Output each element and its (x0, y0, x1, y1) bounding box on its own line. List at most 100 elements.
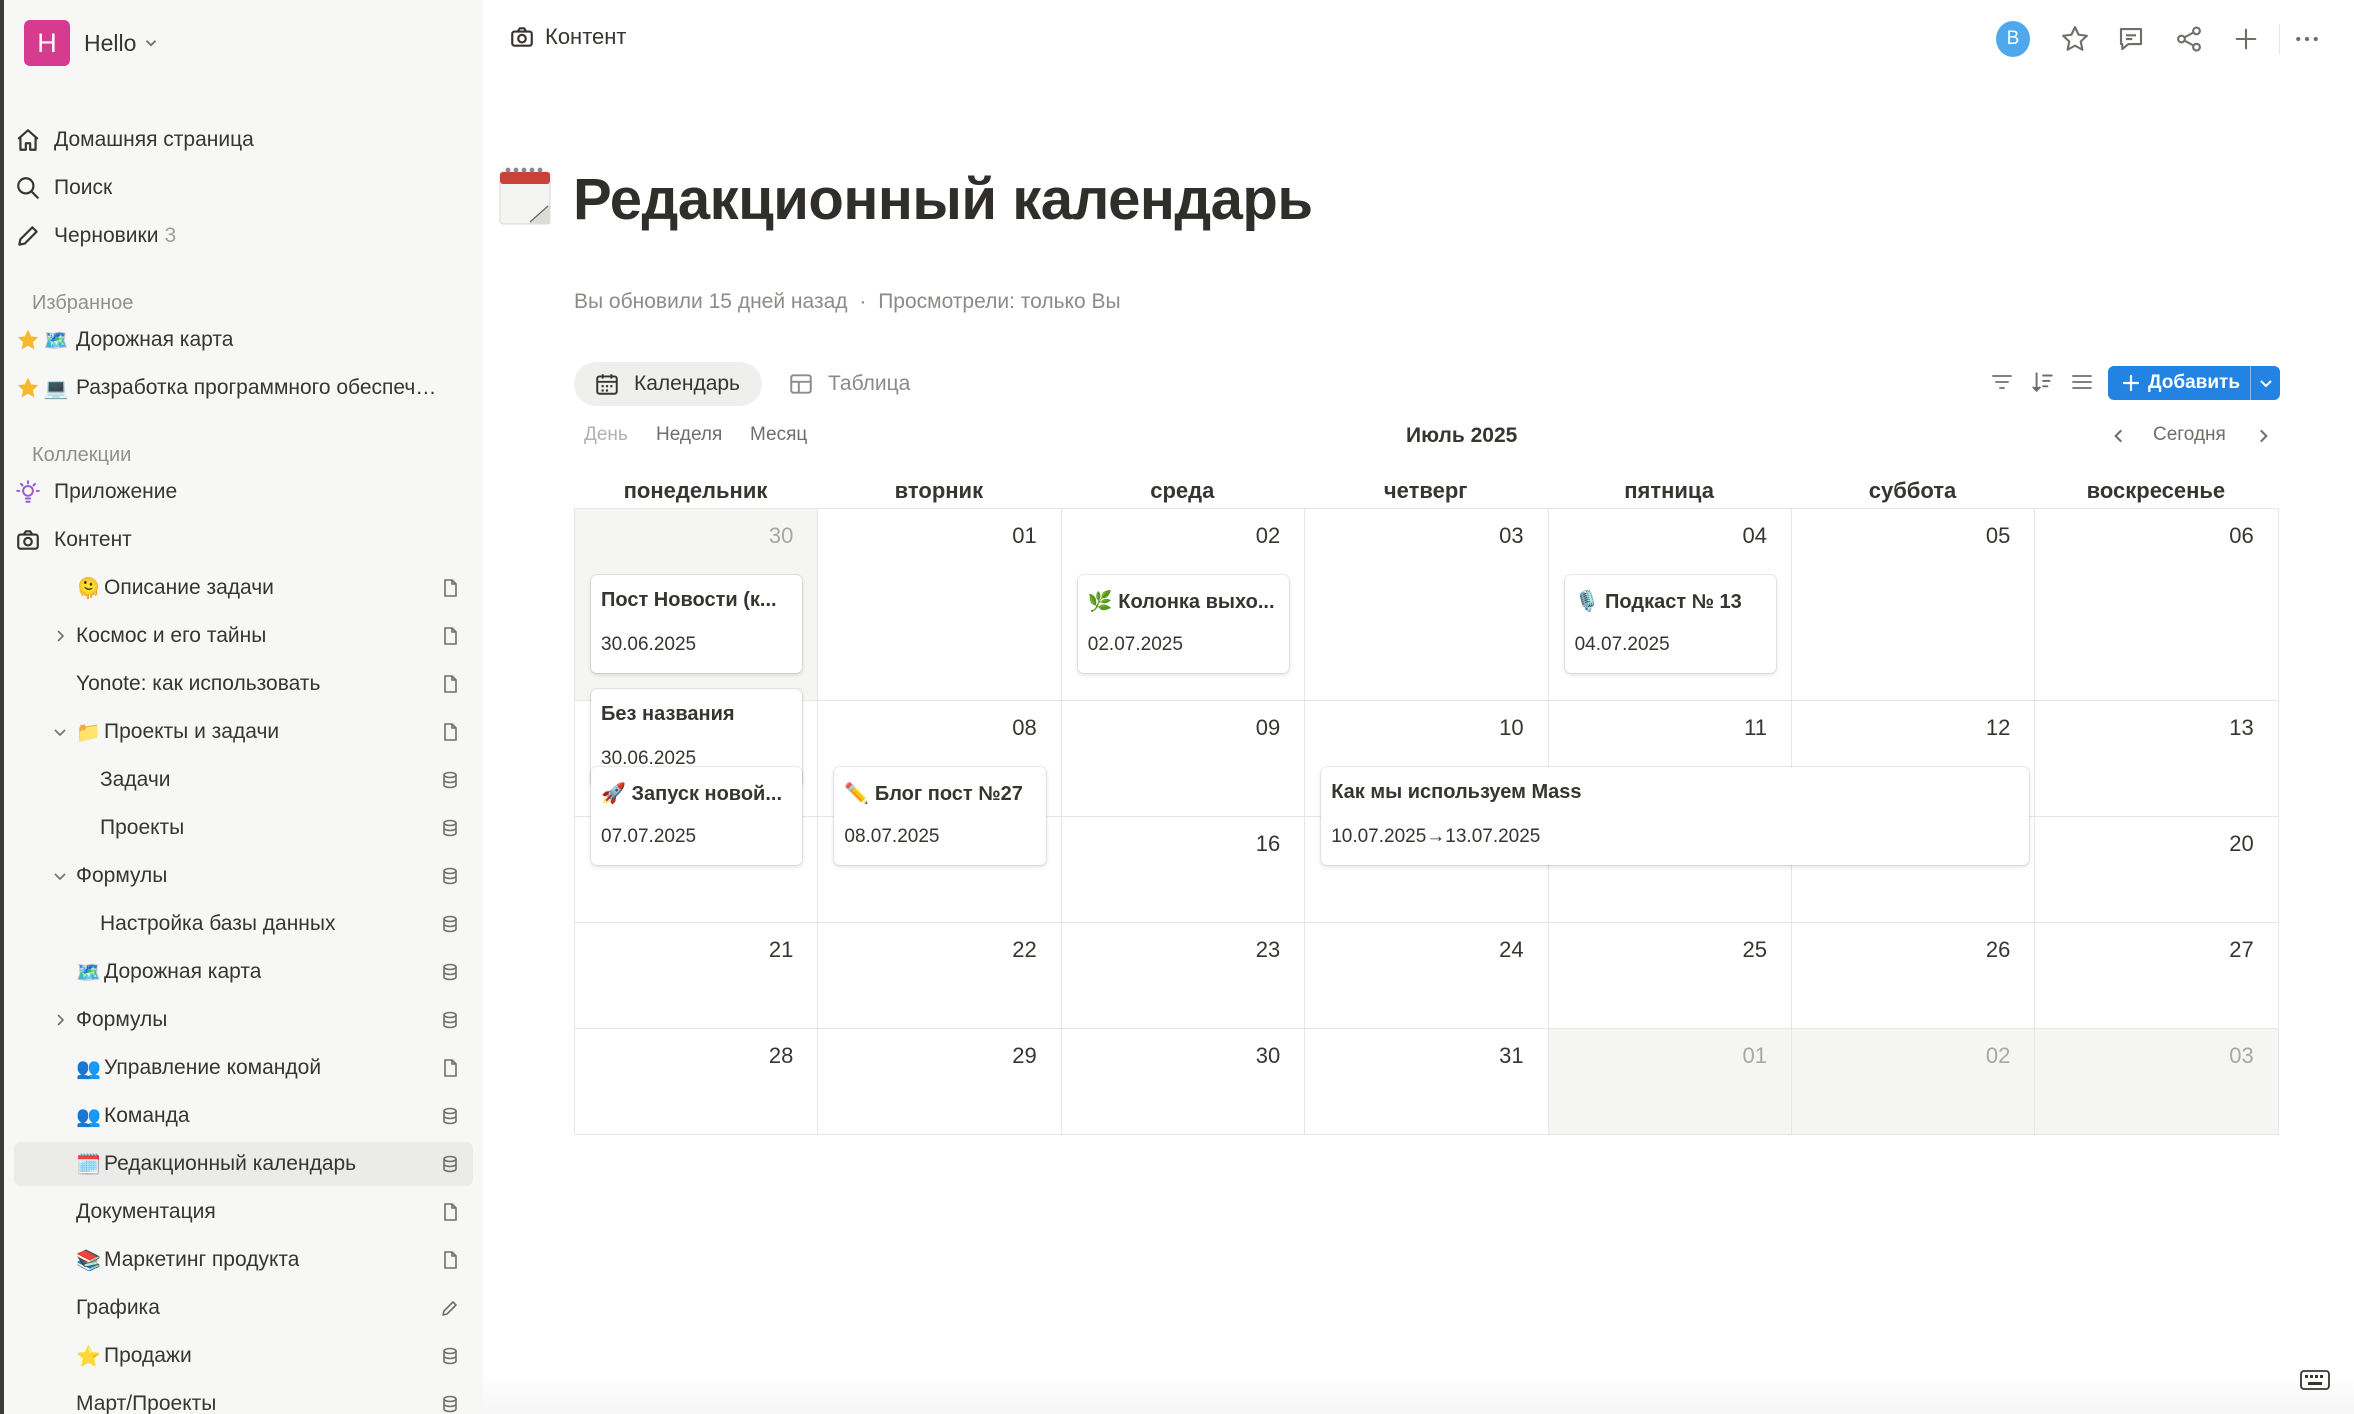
keyboard-icon[interactable] (2300, 1368, 2330, 1392)
sidebar-page-item[interactable]: 📚 Маркетинг продукта (14, 1238, 473, 1282)
chevron-right-icon[interactable] (50, 1010, 70, 1030)
sidebar-page-content: Задачи (100, 758, 425, 802)
event-date: 04.07.2025 (1574, 634, 1670, 655)
calendar-day-cell[interactable]: 16 (1061, 817, 1306, 923)
add-button[interactable]: Добавить (2108, 366, 2280, 400)
sidebar-page-item[interactable]: 📁 Проекты и задачи (14, 710, 473, 754)
calendar-day-cell[interactable]: 03 (1305, 509, 1549, 701)
sidebar-item-search[interactable]: Поиск (14, 166, 473, 210)
calendar-day-cell[interactable]: 28 (575, 1029, 819, 1135)
sidebar-page-item[interactable]: Yonote: как использовать (14, 662, 473, 706)
sidebar-collection-app[interactable]: Приложение (14, 470, 473, 514)
sidebar-item-home[interactable]: Домашняя страница (14, 118, 473, 162)
sidebar-page-item[interactable]: Проекты (14, 806, 473, 850)
prev-month-button[interactable] (2107, 424, 2131, 448)
calendar-day-cell[interactable]: 01 (818, 509, 1062, 701)
sidebar-page-content: 📚 Маркетинг продукта (76, 1238, 425, 1282)
day-number: 20 (2229, 831, 2254, 856)
sidebar-page-item[interactable]: Графика (14, 1286, 473, 1330)
today-button[interactable]: Сегодня (2153, 424, 2226, 446)
sidebar-page-item[interactable]: 🗺️ Дорожная карта (14, 950, 473, 994)
event-card[interactable]: Как мы используем Mass 10.07.2025→13.07.2… (1321, 767, 2030, 865)
user-avatar[interactable]: B (1996, 21, 2030, 57)
sort-button[interactable] (2026, 366, 2058, 398)
mode-week[interactable]: Неделя (656, 424, 722, 446)
camera-icon (511, 27, 533, 47)
breadcrumb[interactable]: Контент (509, 24, 627, 50)
calendar-day-cell[interactable]: 25 (1548, 923, 1792, 1029)
sidebar-page-item[interactable]: Формулы (14, 854, 473, 898)
comments-button[interactable] (2114, 22, 2148, 56)
event-card[interactable]: Пост Новости (к... 30.06.2025 (591, 575, 803, 673)
calendar-day-cell[interactable]: 13 (2035, 701, 2279, 817)
sidebar-page-item[interactable]: Формулы (14, 998, 473, 1042)
calendar-day-cell[interactable]: 20 (2035, 817, 2279, 923)
weekday-header: воскресенье (2086, 478, 2226, 503)
calendar-day-cell[interactable]: 29 (818, 1029, 1062, 1135)
page-emoji-icon: 📚 (76, 1249, 101, 1272)
calendar-day-cell[interactable]: 31 (1305, 1029, 1549, 1135)
sidebar-favorite-roadmap[interactable]: 🗺️ Дорожная карта (14, 318, 473, 362)
day-number: 04 (1742, 523, 1767, 548)
calendar-day-cell[interactable]: 27 (2035, 923, 2279, 1029)
calendar-day-cell[interactable]: 09 (1061, 701, 1306, 817)
sidebar-page-item[interactable]: Настройка базы данных (14, 902, 473, 946)
tab-calendar[interactable]: Календарь (574, 362, 762, 406)
page-emoji-icon: 🫠 (76, 577, 101, 600)
calendar-day-cell[interactable]: 21 (575, 923, 819, 1029)
more-button[interactable] (2290, 22, 2324, 56)
mode-month[interactable]: Месяц (750, 424, 807, 446)
chevron-down-icon[interactable] (50, 866, 70, 886)
calendar-day-cell[interactable]: 30 (1061, 1029, 1306, 1135)
sidebar-page-item[interactable]: 👥 Команда (14, 1094, 473, 1138)
next-month-button[interactable] (2251, 424, 2275, 448)
comment-icon (2119, 27, 2143, 51)
sidebar-page-item[interactable]: 🫠 Описание задачи (14, 566, 473, 610)
sidebar-page-content: 🗓️ Редакционный календарь (76, 1142, 425, 1186)
topbar-divider (2279, 24, 2280, 54)
day-number: 09 (1255, 715, 1281, 740)
calendar-day-cell[interactable]: 24 (1305, 923, 1549, 1029)
calendar-day-cell[interactable]: 23 (1061, 923, 1306, 1029)
month-label: Июль 2025 (1406, 424, 1518, 447)
day-number: 02 (1985, 1043, 2011, 1068)
chevron-down-icon[interactable] (50, 722, 70, 742)
sidebar-page-item[interactable]: Космос и его тайны (14, 614, 473, 658)
sidebar-item-drafts[interactable]: Черновики 3 (14, 214, 473, 258)
database-icon (439, 1009, 461, 1031)
event-card[interactable]: ✏️ Блог пост №27 08.07.2025 (834, 767, 1046, 865)
plus-icon (2235, 28, 2257, 50)
event-card[interactable]: 🎙️ Подкаст № 13 04.07.2025 (1564, 575, 1776, 673)
calendar-day-cell[interactable]: 03 (2035, 1029, 2279, 1135)
sidebar-page-item[interactable]: Март/Проекты (14, 1382, 473, 1414)
view-settings-button[interactable] (2066, 366, 2098, 398)
sidebar-page-item[interactable]: Задачи (14, 758, 473, 802)
camera-icon (14, 526, 42, 554)
sidebar-page-item[interactable]: 👥 Управление командой (14, 1046, 473, 1090)
calendar-day-cell[interactable]: 02 (1792, 1029, 2036, 1135)
event-card[interactable]: 🌿 Колонка выхо... 02.07.2025 (1077, 575, 1290, 673)
new-page-button[interactable] (2229, 22, 2263, 56)
sidebar-collection-content[interactable]: Контент (14, 518, 473, 562)
mode-day[interactable]: День (584, 424, 628, 446)
calendar-day-cell[interactable]: 05 (1792, 509, 2036, 701)
add-dropdown-button[interactable] (2250, 366, 2280, 400)
sidebar-page-item[interactable]: Документация (14, 1190, 473, 1234)
tab-table[interactable]: Таблица (768, 362, 932, 406)
event-card[interactable]: 🚀 Запуск новой... 07.07.2025 (591, 767, 803, 865)
calendar-day-cell[interactable]: 01 (1548, 1029, 1792, 1135)
sidebar-item-label: Проекты (100, 816, 185, 839)
sidebar-page-item[interactable]: ⭐ Продажи (14, 1334, 473, 1378)
workspace-switcher[interactable]: H Hello (24, 20, 160, 66)
filter-button[interactable] (1986, 366, 2018, 398)
calendar-day-cell[interactable]: 26 (1792, 923, 2036, 1029)
sidebar-favorite-software[interactable]: 💻 Разработка программного обеспечения (14, 366, 473, 410)
day-number: 21 (768, 937, 794, 962)
chevron-right-icon[interactable] (50, 626, 70, 646)
favorite-button[interactable] (2058, 22, 2092, 56)
sidebar-page-item[interactable]: 🗓️ Редакционный календарь (14, 1142, 473, 1186)
calendar-day-cell[interactable]: 22 (818, 923, 1062, 1029)
calendar-page-icon[interactable] (498, 164, 554, 226)
share-button[interactable] (2172, 22, 2206, 56)
calendar-day-cell[interactable]: 06 (2035, 509, 2279, 701)
